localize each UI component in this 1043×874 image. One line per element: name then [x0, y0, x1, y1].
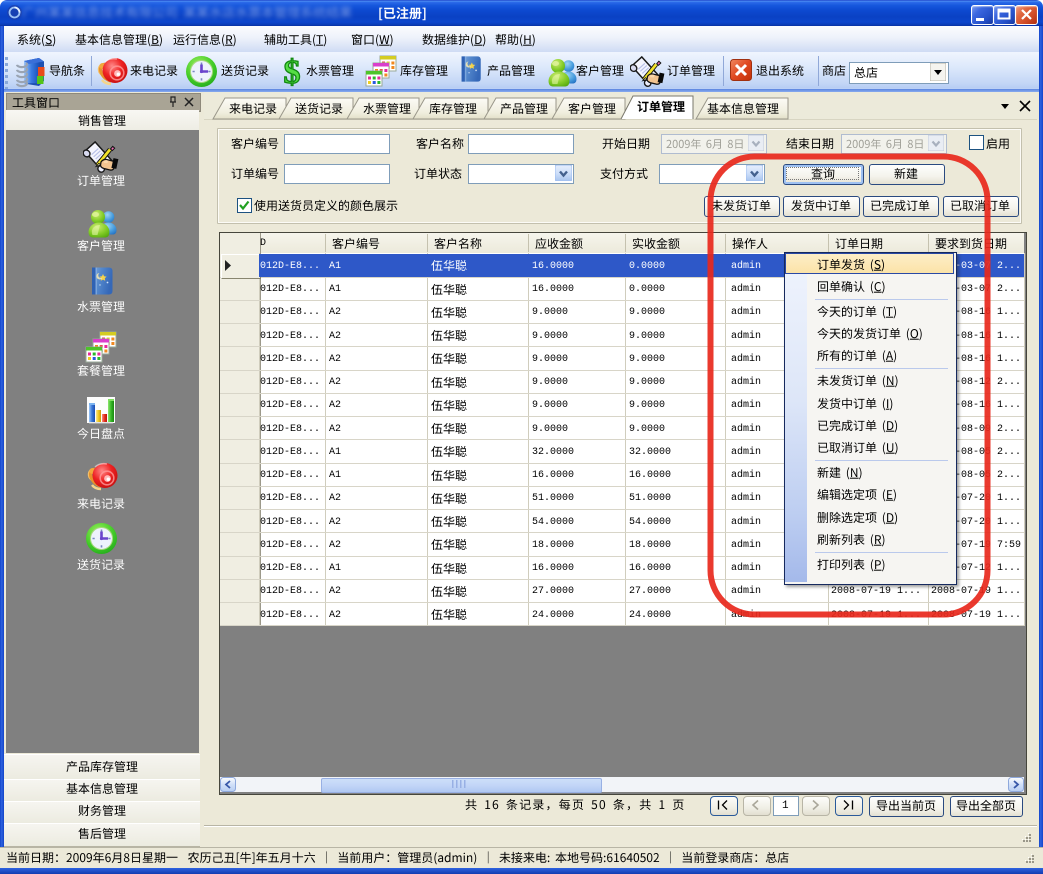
svg-text:$: $: [284, 55, 301, 87]
